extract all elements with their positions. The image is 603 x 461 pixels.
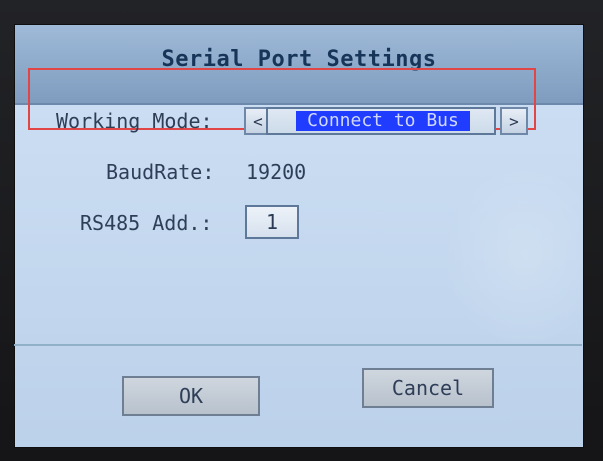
baud-rate-label: BaudRate: [106, 160, 215, 184]
rs485-address-input[interactable]: 1 [245, 205, 299, 239]
working-mode-next-button[interactable]: > [500, 107, 528, 135]
working-mode-select[interactable]: Connect to Bus [266, 107, 496, 135]
ok-button-label: OK [178, 384, 204, 408]
screen-glare [435, 155, 583, 355]
working-mode-value: Connect to Bus [296, 111, 470, 131]
baud-rate-value: 19200 [246, 160, 307, 184]
chevron-right-icon: > [509, 111, 519, 131]
button-separator [14, 344, 582, 346]
rs485-address-label: RS485 Add.: [80, 211, 213, 235]
ok-button[interactable]: OK [122, 376, 260, 416]
cancel-button-label: Cancel [391, 376, 465, 400]
cancel-button[interactable]: Cancel [362, 368, 494, 408]
working-mode-label: Working Mode: [56, 109, 213, 133]
chevron-left-icon: < [253, 111, 263, 131]
